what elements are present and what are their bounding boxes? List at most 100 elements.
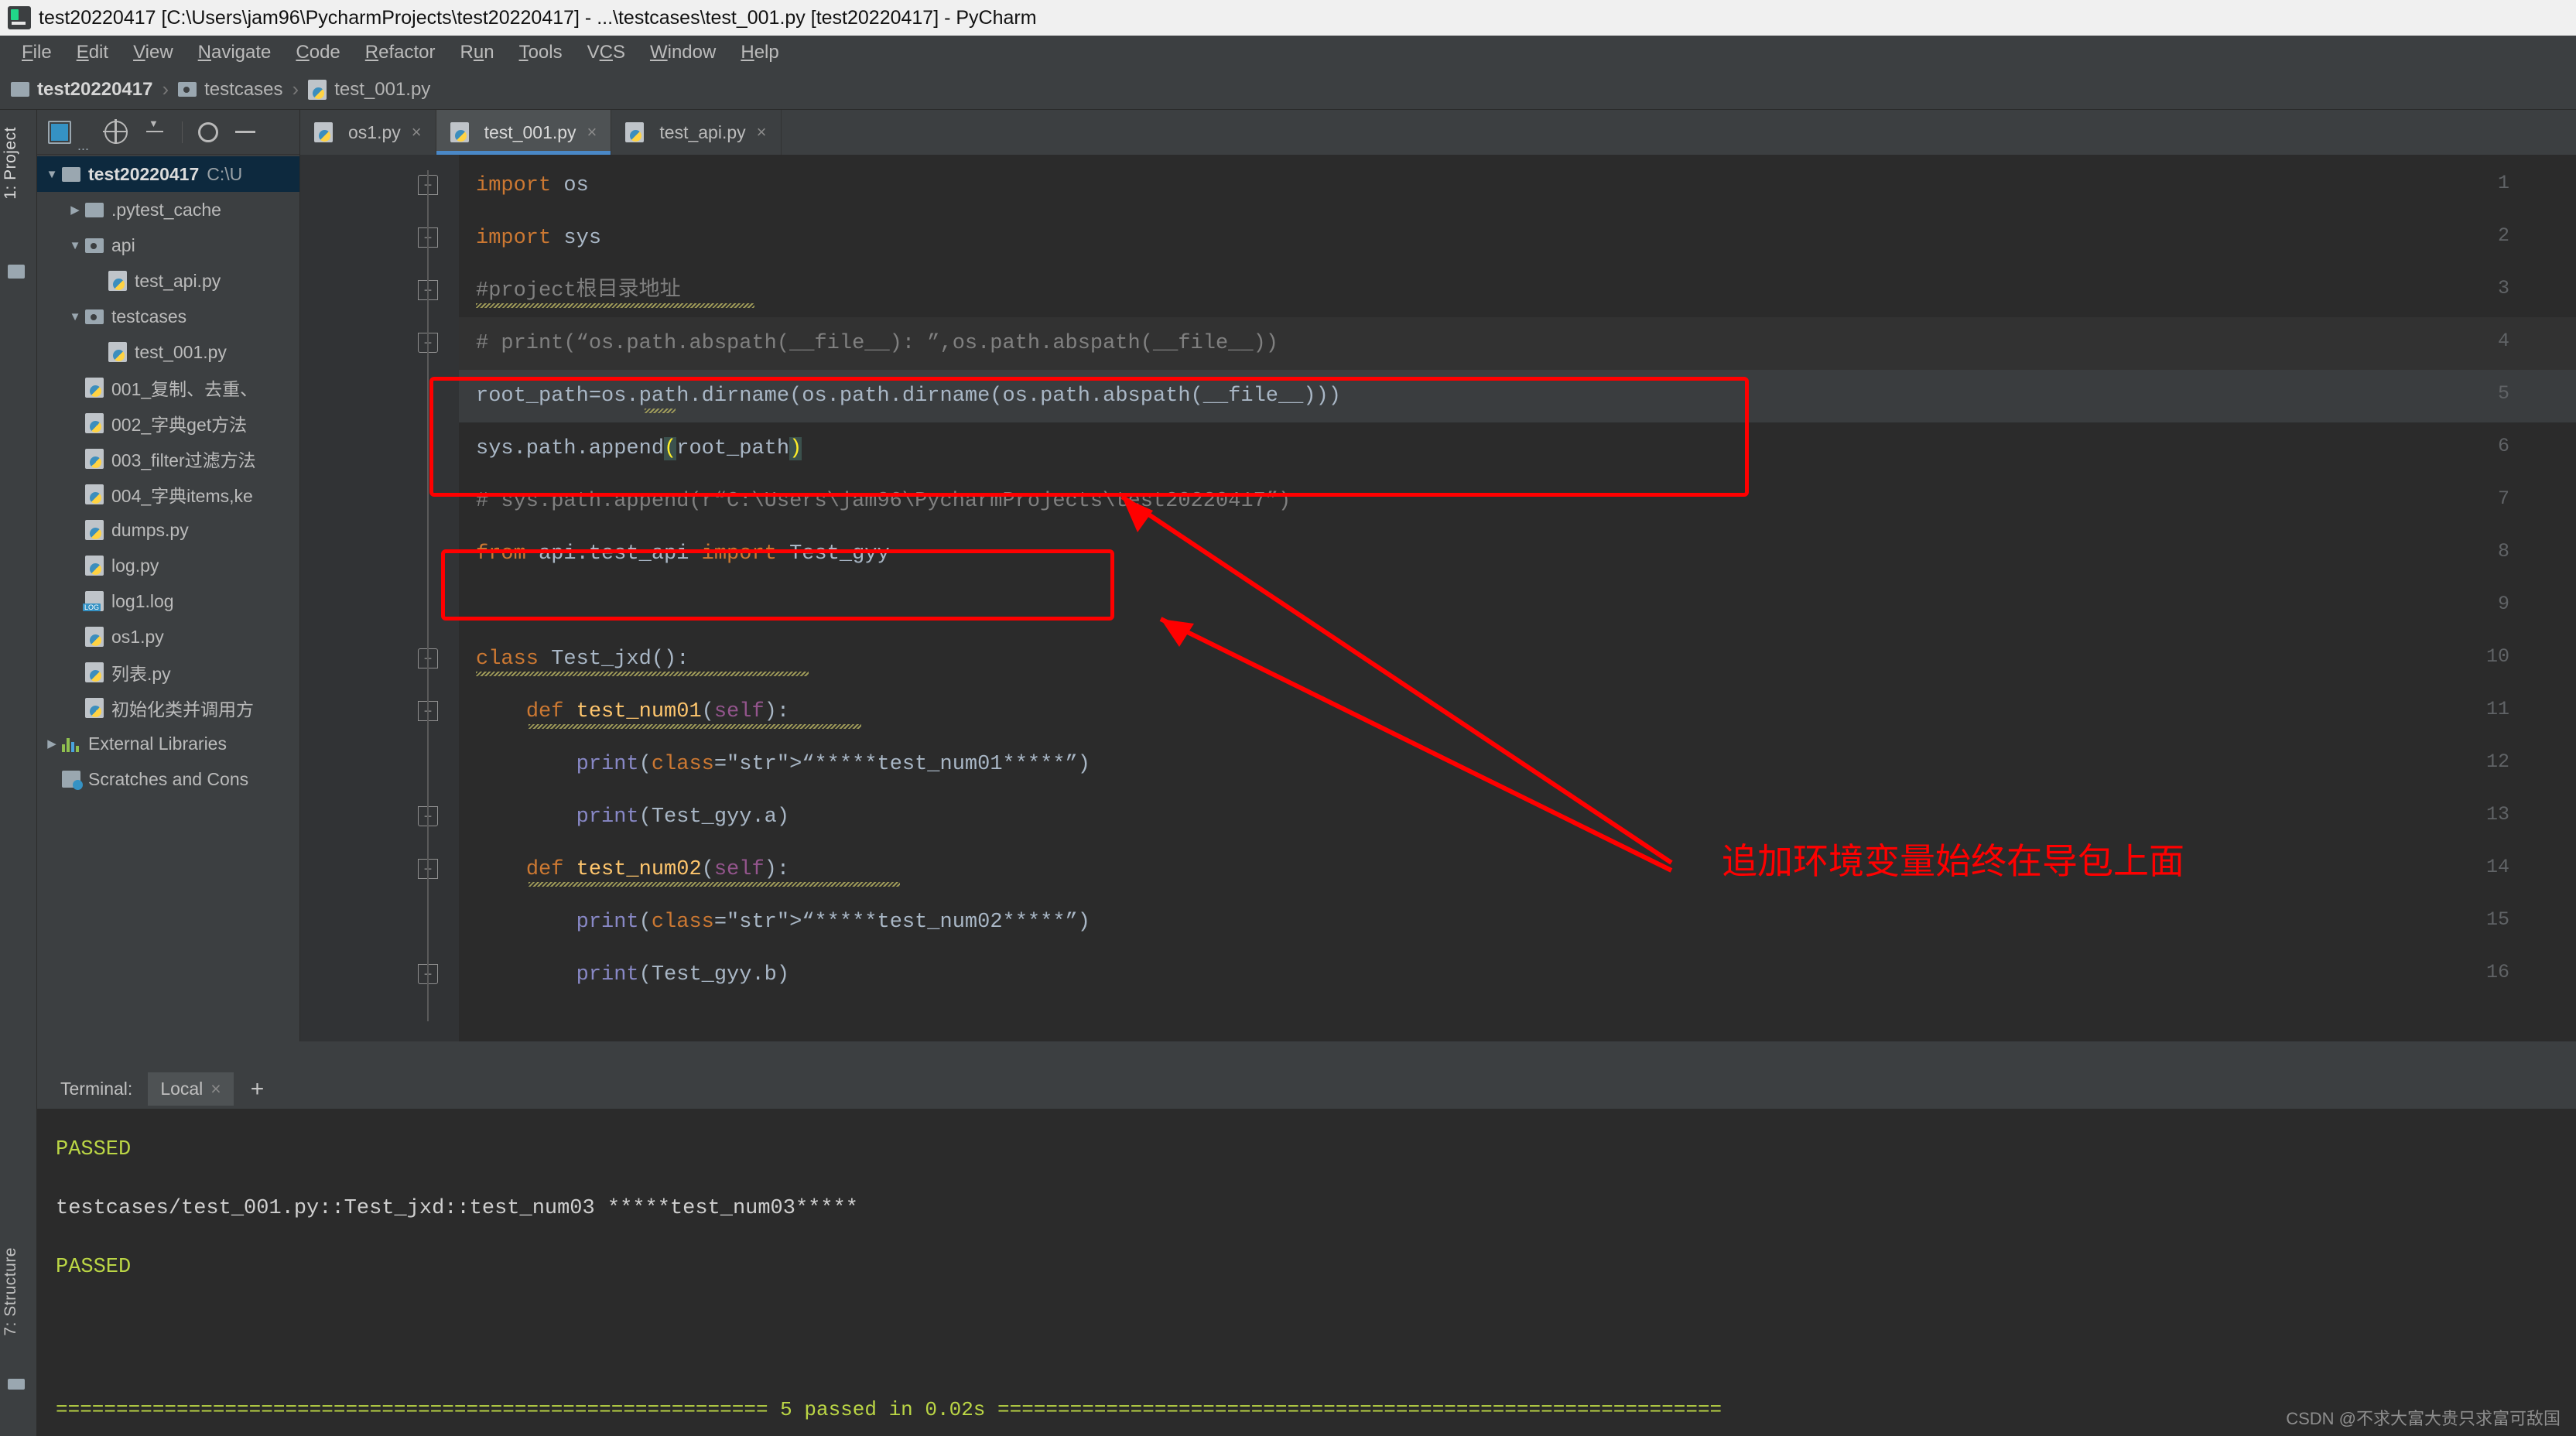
tree-item-002_get[interactable]: 002_字典get方法 — [37, 405, 299, 441]
source-folder-icon — [85, 309, 104, 324]
tree-item-001_[interactable]: 001_复制、去重、 — [37, 370, 299, 405]
code-editor[interactable]: 12345678910111213141516−−−−−−−−− import … — [300, 155, 2576, 1041]
source-folder-icon — [85, 238, 104, 253]
python-file-icon — [85, 484, 104, 504]
python-file-icon — [308, 79, 327, 100]
tree-item-test_apipy[interactable]: test_api.py — [37, 263, 299, 299]
menu-item-refactor[interactable]: Refactor — [353, 42, 448, 63]
breadcrumb-label: testcases — [204, 78, 283, 100]
python-file-icon — [85, 627, 104, 647]
breadcrumb-item-testcases[interactable]: testcases — [178, 78, 283, 101]
code-line-12: print(class="str">“*****test_num01*****”… — [576, 753, 1090, 776]
code-text[interactable]: import os import sys #project根目录地址 # print(… — [459, 155, 2576, 1041]
breadcrumb-label: test_001.py — [334, 78, 431, 100]
twisty-expanded-icon[interactable]: ▼ — [65, 310, 85, 323]
tree-item-label: os1.py — [111, 626, 164, 647]
terminal-output[interactable]: PASSED testcases/test_001.py::Test_jxd::… — [37, 1109, 2576, 1436]
tree-item-logpy[interactable]: log.py — [37, 548, 299, 583]
menu-item-help[interactable]: Help — [728, 42, 791, 63]
menu-item-vcs[interactable]: VCS — [575, 42, 638, 63]
tree-item-004_itemske[interactable]: 004_字典items,ke — [37, 477, 299, 512]
code-line-11: def test_num01(self): — [525, 700, 790, 723]
editor-tab-os1py[interactable]: os1.py × — [300, 110, 436, 155]
tree-item-py[interactable]: 列表.py — [37, 655, 299, 690]
tree-item-label: 004_字典items,ke — [111, 486, 253, 506]
tree-item-os1py[interactable]: os1.py — [37, 619, 299, 655]
dropdown-dots-icon[interactable]: ... — [77, 138, 89, 154]
minus-icon[interactable] — [234, 121, 257, 144]
menu-item-navigate[interactable]: Navigate — [186, 42, 284, 63]
tree-item-label: dumps.py — [111, 519, 189, 540]
python-file-icon — [85, 556, 104, 576]
menu-item-file[interactable]: File — [9, 42, 64, 63]
terminal-tab-local[interactable]: Local × — [148, 1072, 234, 1106]
tree-item-externallibraries[interactable]: ▶ External Libraries — [37, 726, 299, 761]
pycharm-icon — [8, 6, 31, 29]
code-line-15: print(class="str">“*****test_num02*****”… — [576, 911, 1090, 934]
window-icon[interactable] — [48, 120, 71, 144]
breadcrumb-item-project[interactable]: test20220417 — [11, 79, 152, 101]
close-icon[interactable]: × — [412, 122, 422, 142]
python-file-icon — [450, 122, 469, 142]
tree-item-test20220417[interactable]: ▼ test20220417 C:\U — [37, 156, 299, 192]
menu-item-view[interactable]: View — [121, 42, 186, 63]
editor-area: os1.py × test_001.py × test_api.py × 12345678… — [300, 110, 2576, 1041]
menu-bar: File Edit View Navigate Code Refactor Ru… — [0, 36, 2576, 70]
python-file-icon — [85, 698, 104, 718]
scratches-icon — [62, 771, 83, 790]
twisty-expanded-icon[interactable]: ▼ — [42, 168, 62, 181]
tree-item-label: log.py — [111, 555, 159, 576]
menu-item-edit[interactable]: Edit — [64, 42, 121, 63]
project-tree: ▼ test20220417 C:\U ▶ .pytest_cache ▼ api test_… — [37, 155, 299, 797]
editor-tab-test_001py[interactable]: test_001.py × — [436, 110, 612, 155]
menu-item-code[interactable]: Code — [283, 42, 352, 63]
breadcrumb-separator: › — [162, 77, 169, 101]
folder-icon — [85, 202, 104, 217]
code-line-4: # print(“os.path.abspath(__file__): ”,os… — [476, 332, 1278, 355]
tree-item-label: test20220417 — [88, 163, 200, 184]
twisty-collapsed-icon[interactable]: ▶ — [65, 203, 85, 217]
add-terminal-button[interactable]: + — [237, 1076, 279, 1103]
code-line-13: print(Test_gyy.a) — [576, 805, 790, 829]
tree-item-pytest_cache[interactable]: ▶ .pytest_cache — [37, 192, 299, 227]
tree-item-[interactable]: 初始化类并调用方 — [37, 690, 299, 726]
tree-item-testcases[interactable]: ▼ testcases — [37, 299, 299, 334]
tree-item-scratchesandcons[interactable]: Scratches and Cons — [37, 761, 299, 797]
folder-icon — [62, 166, 80, 182]
close-icon[interactable]: × — [587, 122, 597, 142]
editor-tab-test_apipy[interactable]: test_api.py × — [611, 110, 782, 155]
left-tool-strip: 1: Project 7: Structure 2: Favorites — [0, 110, 37, 1436]
tree-item-test_001py[interactable]: test_001.py — [37, 334, 299, 370]
menu-item-window[interactable]: Window — [638, 42, 728, 63]
tree-item-api[interactable]: ▼ api — [37, 227, 299, 263]
inspection-squiggle — [529, 724, 861, 729]
python-file-icon — [85, 378, 104, 398]
collapse-icon[interactable] — [143, 118, 166, 144]
close-icon[interactable]: × — [210, 1079, 221, 1099]
tree-item-log1log[interactable]: log1.log — [37, 583, 299, 619]
python-file-icon — [85, 662, 104, 682]
terminal-line: PASSED — [56, 1138, 132, 1161]
code-line-7: # sys.path.append(r“C:\Users\jam96\Pycha… — [476, 490, 1291, 513]
tool-tab-project[interactable]: 1: Project — [2, 127, 20, 200]
code-line-3: #project根目录地址 — [476, 279, 681, 303]
twisty-expanded-icon[interactable]: ▼ — [65, 239, 85, 252]
code-line-2: import sys — [476, 227, 602, 250]
menu-item-tools[interactable]: Tools — [507, 42, 575, 63]
menu-item-run[interactable]: Run — [448, 42, 507, 63]
tree-item-003_filter[interactable]: 003_filter过滤方法 — [37, 441, 299, 477]
target-icon[interactable] — [103, 118, 128, 144]
breadcrumb-item-file[interactable]: test_001.py — [308, 79, 430, 101]
code-line-1: import os — [476, 174, 589, 197]
python-file-icon — [314, 122, 333, 142]
project-folder-icon — [8, 265, 25, 279]
tree-item-dumpspy[interactable]: dumps.py — [37, 512, 299, 548]
tree-item-label: test_001.py — [135, 341, 227, 362]
inspection-squiggle — [476, 672, 809, 676]
tool-tab-structure[interactable]: 7: Structure — [2, 1247, 20, 1336]
annotation-note: 追加环境变量始终在导包上面 — [1722, 841, 2184, 881]
close-icon[interactable]: × — [757, 122, 767, 142]
twisty-collapsed-icon[interactable]: ▶ — [42, 737, 62, 750]
gear-icon[interactable] — [198, 121, 219, 142]
editor-tab-label: os1.py — [348, 121, 401, 142]
